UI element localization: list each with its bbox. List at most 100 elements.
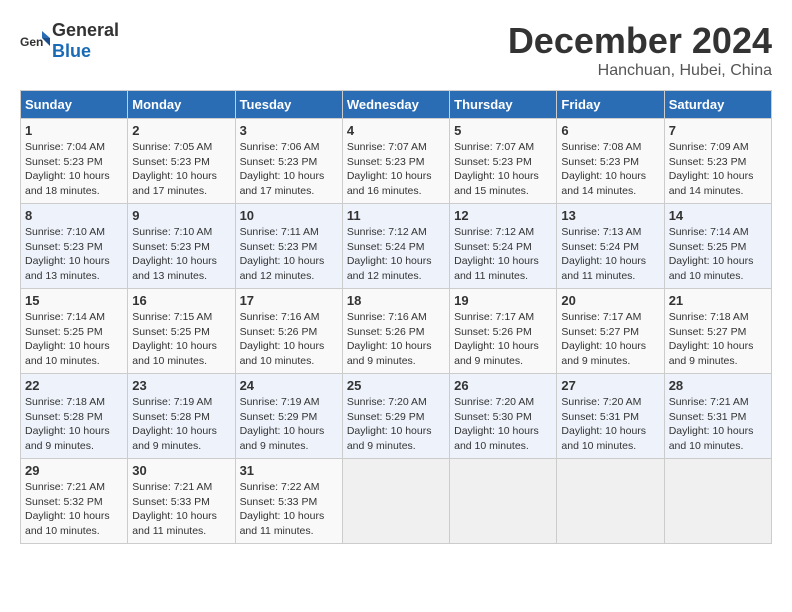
day-number: 28 — [669, 378, 767, 393]
day-info: Sunrise: 7:12 AM Sunset: 5:24 PM Dayligh… — [347, 225, 445, 284]
day-info: Sunrise: 7:19 AM Sunset: 5:29 PM Dayligh… — [240, 395, 338, 454]
header-day-wednesday: Wednesday — [342, 91, 449, 119]
day-info: Sunrise: 7:17 AM Sunset: 5:26 PM Dayligh… — [454, 310, 552, 369]
day-info: Sunrise: 7:16 AM Sunset: 5:26 PM Dayligh… — [347, 310, 445, 369]
calendar-cell: 4 Sunrise: 7:07 AM Sunset: 5:23 PM Daylig… — [342, 119, 449, 204]
day-number: 30 — [132, 463, 230, 478]
day-info: Sunrise: 7:21 AM Sunset: 5:33 PM Dayligh… — [132, 480, 230, 539]
calendar-cell: 31 Sunrise: 7:22 AM Sunset: 5:33 PM Dayli… — [235, 459, 342, 544]
header-day-thursday: Thursday — [450, 91, 557, 119]
calendar-week-4: 22Sunrise: 7:18 AM Sunset: 5:28 PM Dayli… — [21, 374, 772, 459]
day-number: 18 — [347, 293, 445, 308]
month-title: December 2024 — [508, 20, 772, 62]
calendar-week-1: 1 Sunrise: 7:04 AM Sunset: 5:23 PM Daylig… — [21, 119, 772, 204]
logo-general-text: General — [52, 20, 119, 40]
day-number: 27 — [561, 378, 659, 393]
day-info: Sunrise: 7:07 AM Sunset: 5:23 PM Dayligh… — [454, 140, 552, 199]
day-info: Sunrise: 7:20 AM Sunset: 5:29 PM Dayligh… — [347, 395, 445, 454]
day-number: 4 — [347, 123, 445, 138]
day-number: 25 — [347, 378, 445, 393]
calendar-cell: 21 Sunrise: 7:18 AM Sunset: 5:27 PM Dayli… — [664, 289, 771, 374]
day-info: Sunrise: 7:12 AM Sunset: 5:24 PM Dayligh… — [454, 225, 552, 284]
day-info: Sunrise: 7:19 AM Sunset: 5:28 PM Dayligh… — [132, 395, 230, 454]
day-number: 10 — [240, 208, 338, 223]
day-number: 12 — [454, 208, 552, 223]
header-day-friday: Friday — [557, 91, 664, 119]
calendar-cell: 30 Sunrise: 7:21 AM Sunset: 5:33 PM Dayli… — [128, 459, 235, 544]
calendar-cell: 13 Sunrise: 7:13 AM Sunset: 5:24 PM Dayli… — [557, 204, 664, 289]
day-number: 20 — [561, 293, 659, 308]
day-info: Sunrise: 7:11 AM Sunset: 5:23 PM Dayligh… — [240, 225, 338, 284]
day-info: Sunrise: 7:22 AM Sunset: 5:33 PM Dayligh… — [240, 480, 338, 539]
day-info: Sunrise: 7:21 AM Sunset: 5:31 PM Dayligh… — [669, 395, 767, 454]
calendar-cell: 8Sunrise: 7:10 AM Sunset: 5:23 PM Daylig… — [21, 204, 128, 289]
day-number: 16 — [132, 293, 230, 308]
calendar-cell: 24 Sunrise: 7:19 AM Sunset: 5:29 PM Dayli… — [235, 374, 342, 459]
location-title: Hanchuan, Hubei, China — [508, 62, 772, 80]
day-number: 31 — [240, 463, 338, 478]
calendar-cell — [664, 459, 771, 544]
day-number: 14 — [669, 208, 767, 223]
calendar-cell: 28 Sunrise: 7:21 AM Sunset: 5:31 PM Dayli… — [664, 374, 771, 459]
day-number: 5 — [454, 123, 552, 138]
calendar-cell: 17Sunrise: 7:16 AM Sunset: 5:26 PM Dayli… — [235, 289, 342, 374]
calendar-cell: 23 Sunrise: 7:19 AM Sunset: 5:28 PM Dayli… — [128, 374, 235, 459]
calendar-cell: 7 Sunrise: 7:09 AM Sunset: 5:23 PM Daylig… — [664, 119, 771, 204]
calendar-cell: 25 Sunrise: 7:20 AM Sunset: 5:29 PM Dayli… — [342, 374, 449, 459]
day-info: Sunrise: 7:10 AM Sunset: 5:23 PM Dayligh… — [132, 225, 230, 284]
day-info: Sunrise: 7:06 AM Sunset: 5:23 PM Dayligh… — [240, 140, 338, 199]
day-number: 3 — [240, 123, 338, 138]
day-number: 1 — [25, 123, 123, 138]
calendar-cell: 12 Sunrise: 7:12 AM Sunset: 5:24 PM Dayli… — [450, 204, 557, 289]
calendar-cell: 18 Sunrise: 7:16 AM Sunset: 5:26 PM Dayli… — [342, 289, 449, 374]
day-info: Sunrise: 7:18 AM Sunset: 5:28 PM Dayligh… — [25, 395, 123, 454]
calendar-cell: 10 Sunrise: 7:11 AM Sunset: 5:23 PM Dayli… — [235, 204, 342, 289]
header-day-sunday: Sunday — [21, 91, 128, 119]
day-info: Sunrise: 7:17 AM Sunset: 5:27 PM Dayligh… — [561, 310, 659, 369]
calendar-cell — [450, 459, 557, 544]
day-info: Sunrise: 7:07 AM Sunset: 5:23 PM Dayligh… — [347, 140, 445, 199]
calendar-cell: 15Sunrise: 7:14 AM Sunset: 5:25 PM Dayli… — [21, 289, 128, 374]
day-info: Sunrise: 7:14 AM Sunset: 5:25 PM Dayligh… — [669, 225, 767, 284]
header-day-tuesday: Tuesday — [235, 91, 342, 119]
header-day-saturday: Saturday — [664, 91, 771, 119]
calendar-body: 1 Sunrise: 7:04 AM Sunset: 5:23 PM Daylig… — [21, 119, 772, 544]
calendar-cell: 1 Sunrise: 7:04 AM Sunset: 5:23 PM Daylig… — [21, 119, 128, 204]
calendar-cell: 26Sunrise: 7:20 AM Sunset: 5:30 PM Dayli… — [450, 374, 557, 459]
day-number: 15 — [25, 293, 123, 308]
day-number: 6 — [561, 123, 659, 138]
calendar-cell: 2Sunrise: 7:05 AM Sunset: 5:23 PM Daylig… — [128, 119, 235, 204]
calendar-cell: 11Sunrise: 7:12 AM Sunset: 5:24 PM Dayli… — [342, 204, 449, 289]
calendar-week-5: 29Sunrise: 7:21 AM Sunset: 5:32 PM Dayli… — [21, 459, 772, 544]
calendar-cell: 29Sunrise: 7:21 AM Sunset: 5:32 PM Dayli… — [21, 459, 128, 544]
calendar-header-row: SundayMondayTuesdayWednesdayThursdayFrid… — [21, 91, 772, 119]
day-info: Sunrise: 7:04 AM Sunset: 5:23 PM Dayligh… — [25, 140, 123, 199]
calendar-cell — [557, 459, 664, 544]
day-info: Sunrise: 7:09 AM Sunset: 5:23 PM Dayligh… — [669, 140, 767, 199]
day-number: 13 — [561, 208, 659, 223]
calendar-cell: 16 Sunrise: 7:15 AM Sunset: 5:25 PM Dayli… — [128, 289, 235, 374]
day-number: 24 — [240, 378, 338, 393]
svg-text:Gen: Gen — [20, 35, 43, 49]
calendar-cell — [342, 459, 449, 544]
logo-icon: Gen — [20, 26, 50, 56]
calendar-week-3: 15Sunrise: 7:14 AM Sunset: 5:25 PM Dayli… — [21, 289, 772, 374]
day-number: 9 — [132, 208, 230, 223]
calendar-week-2: 8Sunrise: 7:10 AM Sunset: 5:23 PM Daylig… — [21, 204, 772, 289]
day-info: Sunrise: 7:18 AM Sunset: 5:27 PM Dayligh… — [669, 310, 767, 369]
day-info: Sunrise: 7:20 AM Sunset: 5:30 PM Dayligh… — [454, 395, 552, 454]
calendar-table: SundayMondayTuesdayWednesdayThursdayFrid… — [20, 90, 772, 544]
calendar-cell: 5 Sunrise: 7:07 AM Sunset: 5:23 PM Daylig… — [450, 119, 557, 204]
calendar-cell: 3 Sunrise: 7:06 AM Sunset: 5:23 PM Daylig… — [235, 119, 342, 204]
day-number: 21 — [669, 293, 767, 308]
day-info: Sunrise: 7:15 AM Sunset: 5:25 PM Dayligh… — [132, 310, 230, 369]
day-number: 23 — [132, 378, 230, 393]
day-info: Sunrise: 7:05 AM Sunset: 5:23 PM Dayligh… — [132, 140, 230, 199]
logo: Gen General Blue — [20, 20, 119, 62]
day-number: 7 — [669, 123, 767, 138]
day-info: Sunrise: 7:10 AM Sunset: 5:23 PM Dayligh… — [25, 225, 123, 284]
day-info: Sunrise: 7:13 AM Sunset: 5:24 PM Dayligh… — [561, 225, 659, 284]
header-day-monday: Monday — [128, 91, 235, 119]
calendar-cell: 6Sunrise: 7:08 AM Sunset: 5:23 PM Daylig… — [557, 119, 664, 204]
day-number: 29 — [25, 463, 123, 478]
